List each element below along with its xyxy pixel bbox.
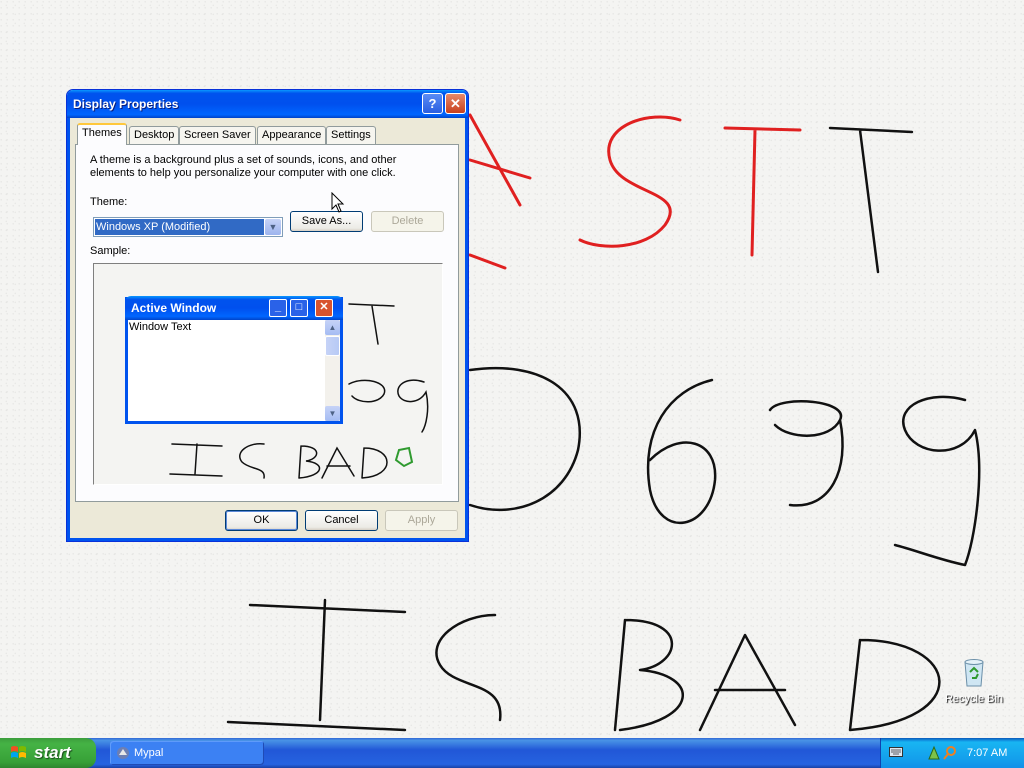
maximize-icon: □ <box>290 299 308 317</box>
sample-active-window: Active Window _ □ ✕ Window Text ▲ ▼ <box>125 296 343 424</box>
mypal-icon <box>117 747 129 759</box>
window-title: Display Properties <box>73 97 179 111</box>
search-icon[interactable] <box>943 745 957 761</box>
delete-button[interactable]: Delete <box>371 211 444 232</box>
close-icon: ✕ <box>315 299 333 317</box>
sample-window-title: Active Window <box>131 301 217 315</box>
recycle-bin[interactable]: Recycle Bin <box>944 656 1004 705</box>
start-button[interactable]: start <box>0 738 96 768</box>
sample-window-text: Window Text <box>129 321 192 333</box>
sample-window-title-bar: Active Window _ □ ✕ <box>125 296 343 320</box>
theme-description: A theme is a background plus a set of so… <box>90 154 397 179</box>
theme-dropdown[interactable]: Windows XP (Modified) ▼ <box>93 217 283 237</box>
theme-label: Theme: <box>90 196 128 208</box>
keyboard-icon[interactable] <box>889 747 903 757</box>
taskbar-item-mypal[interactable]: Mypal <box>110 741 264 765</box>
tab-settings[interactable]: Settings <box>326 126 376 144</box>
network-icon[interactable] <box>927 745 941 761</box>
help-button[interactable]: ? <box>422 93 443 114</box>
scroll-down-icon: ▼ <box>325 406 340 421</box>
save-as-button[interactable]: Save As... <box>290 211 363 232</box>
sample-window-body: Window Text <box>128 320 326 421</box>
clock[interactable]: 7:07 AM <box>967 738 1007 768</box>
tab-appearance[interactable]: Appearance <box>257 126 327 144</box>
scroll-up-icon: ▲ <box>325 320 340 335</box>
tab-desktop[interactable]: Desktop <box>129 126 180 144</box>
title-bar[interactable]: Display Properties ? ✕ <box>67 90 468 118</box>
system-tray: 7:07 AM <box>880 738 1024 768</box>
windows-logo-icon <box>11 746 26 758</box>
cancel-button[interactable]: Cancel <box>305 510 378 531</box>
close-button[interactable]: ✕ <box>445 93 466 114</box>
chevron-down-icon[interactable]: ▼ <box>265 219 281 235</box>
scroll-thumb <box>325 336 340 356</box>
recycle-bin-label: Recycle Bin <box>944 693 1004 705</box>
mouse-cursor-icon <box>331 192 345 213</box>
minimize-icon: _ <box>269 299 287 317</box>
theme-dropdown-value: Windows XP (Modified) <box>95 219 264 235</box>
display-properties-window: Display Properties ? ✕ Themes Desktop Sc… <box>66 89 469 542</box>
ok-button[interactable]: OK <box>225 510 298 531</box>
taskbar: start Mypal 7:07 AM <box>0 738 1024 768</box>
start-label: start <box>34 743 71 762</box>
tab-screen-saver[interactable]: Screen Saver <box>179 126 256 144</box>
taskbar-item-label: Mypal <box>134 747 164 759</box>
apply-button[interactable]: Apply <box>385 510 458 531</box>
tab-themes[interactable]: Themes <box>77 123 127 145</box>
sample-scrollbar: ▲ ▼ <box>325 320 340 421</box>
sample-label: Sample: <box>90 245 131 257</box>
recycle-bin-icon <box>964 659 984 687</box>
